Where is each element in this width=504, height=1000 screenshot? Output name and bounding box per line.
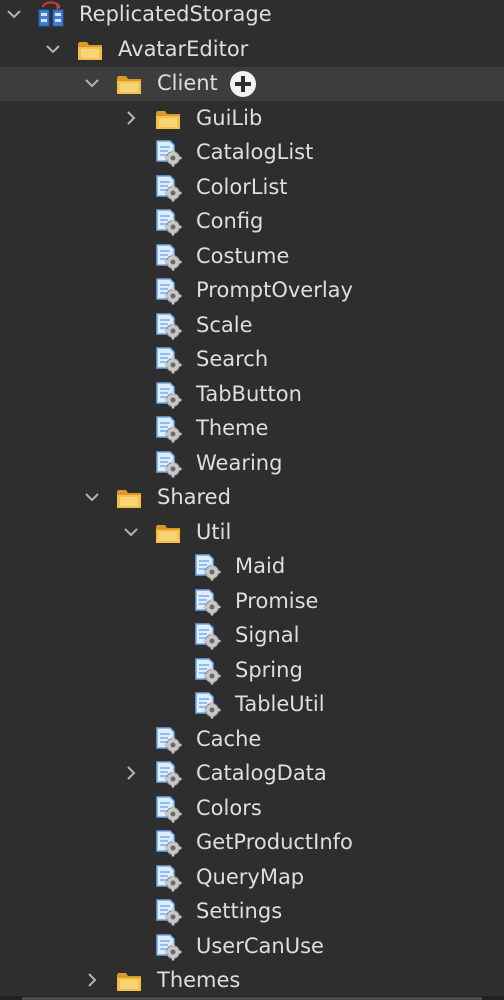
explorer-tree: ReplicatedStorage AvatarEditor Client GuiLi… [0,0,504,1000]
tree-item-costume[interactable]: Costume [0,240,504,274]
tree-item-table-util[interactable]: TableUtil [0,688,504,722]
module-script-icon [192,622,222,650]
tree-item-catalog-data[interactable]: CatalogData [0,757,504,791]
tree-item-label: CatalogData [196,761,327,785]
insert-object-button[interactable] [228,69,258,99]
tree-item-label: ReplicatedStorage [79,2,272,26]
tree-item-gui-lib[interactable]: GuiLib [0,102,504,136]
tree-item-label: Spring [235,657,303,682]
tree-item-color-list[interactable]: ColorList [0,171,504,205]
tree-item-util[interactable]: Util [0,516,504,550]
module-script-icon [153,829,183,857]
module-script-icon [192,657,222,685]
tree-item-label: Settings [196,899,283,923]
tree-item-config[interactable]: Config [0,205,504,239]
tree-item-label: ColorList [196,174,288,199]
replicated-storage-icon [36,1,66,29]
tree-item-label: GuiLib [196,105,263,130]
folder-icon [75,36,105,64]
module-script-icon [192,588,222,616]
tree-item-label: Search [196,347,269,371]
folder-icon [153,519,183,547]
tree-item-label: Scale [196,312,253,337]
tree-item-shared[interactable]: Shared [0,481,504,515]
tree-item-label: Signal [235,623,300,647]
tree-item-label: Wearing [196,450,283,475]
tree-item-label: Shared [157,485,231,509]
tree-item-label: PromptOverlay [196,278,353,302]
tree-item-label: GetProductInfo [196,830,353,854]
tree-item-tab-button[interactable]: TabButton [0,378,504,412]
module-script-icon [153,312,183,340]
module-script-icon [153,450,183,478]
chevron-right-icon[interactable] [82,970,102,990]
tree-item-replicated-storage[interactable]: ReplicatedStorage [0,0,504,32]
tree-item-spring[interactable]: Spring [0,654,504,688]
module-script-icon [153,726,183,754]
module-script-icon [153,415,183,443]
folder-icon [114,484,144,512]
chevron-right-icon[interactable] [121,108,141,128]
tree-item-themes[interactable]: Themes [0,964,504,998]
tree-item-label: AvatarEditor [118,36,249,61]
plus-circle-icon [228,71,258,103]
tree-item-label: Config [196,209,264,233]
tree-item-label: TabButton [196,381,302,406]
horizontal-scrollbar[interactable] [0,996,504,1000]
folder-icon [114,967,144,995]
tree-item-wearing[interactable]: Wearing [0,447,504,481]
tree-item-label: Util [196,519,232,544]
tree-item-label: Costume [196,243,290,268]
tree-item-avatar-editor[interactable]: AvatarEditor [0,33,504,67]
tree-item-prompt-overlay[interactable]: PromptOverlay [0,274,504,308]
module-script-icon [153,760,183,788]
tree-item-label: Theme [196,416,269,440]
tree-item-get-product-info[interactable]: GetProductInfo [0,826,504,860]
tree-item-theme[interactable]: Theme [0,412,504,446]
chevron-down-icon[interactable] [4,4,24,24]
tree-item-label: Promise [235,588,319,613]
module-script-icon [153,795,183,823]
tree-item-label: Themes [157,968,241,992]
module-script-icon [153,243,183,271]
tree-item-catalog-list[interactable]: CatalogList [0,136,504,170]
tree-item-search[interactable]: Search [0,343,504,377]
module-script-icon [153,139,183,167]
chevron-down-icon[interactable] [43,39,63,59]
module-script-icon [153,346,183,374]
tree-item-label: Client [157,71,218,95]
chevron-down-icon[interactable] [121,522,141,542]
tree-item-user-can-use[interactable]: UserCanUse [0,930,504,964]
tree-item-label: TableUtil [235,692,325,716]
tree-item-label: Cache [196,726,262,751]
tree-item-cache[interactable]: Cache [0,723,504,757]
tree-item-settings[interactable]: Settings [0,895,504,929]
tree-item-label: UserCanUse [196,933,324,958]
tree-item-promise[interactable]: Promise [0,585,504,619]
tree-item-client[interactable]: Client [0,67,504,101]
module-script-icon [153,933,183,961]
chevron-right-icon[interactable] [121,763,141,783]
module-script-icon [153,174,183,202]
module-script-icon [153,898,183,926]
module-script-icon [153,381,183,409]
tree-item-signal[interactable]: Signal [0,619,504,653]
tree-item-scale[interactable]: Scale [0,309,504,343]
tree-item-colors[interactable]: Colors [0,792,504,826]
folder-icon [114,70,144,98]
module-script-icon [192,553,222,581]
tree-item-label: CatalogList [196,140,314,164]
tree-item-label: Maid [235,554,286,578]
tree-item-label: Colors [196,795,262,820]
tree-item-query-map[interactable]: QueryMap [0,861,504,895]
tree-item-label: QueryMap [196,864,305,889]
tree-item-maid[interactable]: Maid [0,550,504,584]
module-script-icon [153,208,183,236]
chevron-down-icon[interactable] [82,73,102,93]
module-script-icon [153,864,183,892]
chevron-down-icon[interactable] [82,487,102,507]
module-script-icon [192,691,222,719]
folder-icon [153,105,183,133]
module-script-icon [153,277,183,305]
